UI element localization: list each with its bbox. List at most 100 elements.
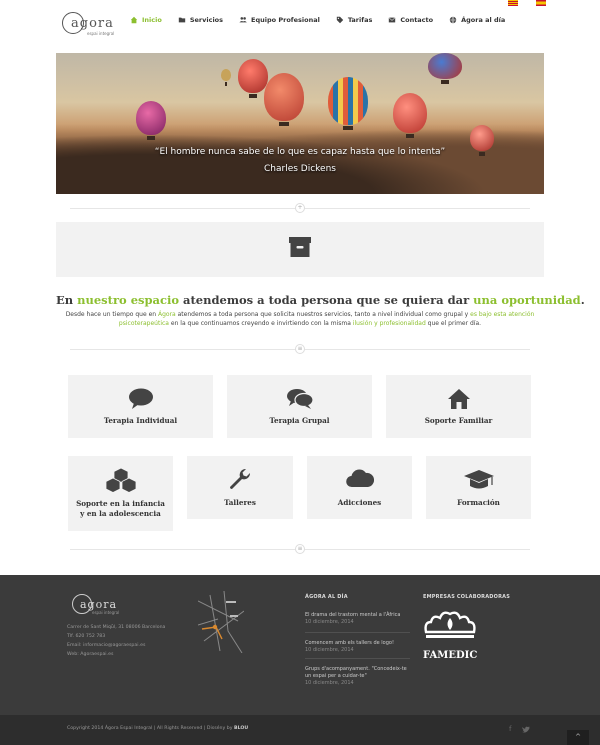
designer-link[interactable]: BLOU [234, 726, 248, 731]
service-card-soporte-familiar[interactable]: Soporte Familiar [386, 375, 531, 438]
intro-highlight: Ágora [157, 311, 176, 318]
divider-dot: ≡ [295, 344, 305, 354]
house-icon [447, 389, 470, 409]
news-heading: ÁGORA AL DÍA [305, 594, 348, 600]
balloon [428, 53, 462, 84]
footer-web[interactable]: Web: Agoraespai.es [67, 652, 113, 657]
service-label: Formación [457, 498, 500, 507]
nav-label: Equipo Profesional [251, 16, 320, 24]
site-logo[interactable]: agora espai integral [62, 12, 116, 38]
location-map[interactable] [198, 591, 244, 653]
news-title: Comencem amb els tallers de logo! [305, 640, 394, 646]
news-title: El drama del trastorn mental a l'Àfrica [305, 612, 401, 618]
envelope-icon [388, 17, 396, 23]
headline-highlight: nuestro espacio [77, 293, 180, 307]
nav-item-agora-al-dia[interactable]: Ágora al día [449, 14, 505, 26]
news-divider [305, 632, 410, 633]
archive-icon [289, 237, 311, 257]
logo-tagline: espai integral [92, 610, 120, 615]
chat-bubbles-icon [286, 389, 314, 409]
hero-slider[interactable]: “El hombre nunca sabe de lo que es capaz… [56, 53, 544, 194]
divider-dot: ≡ [295, 544, 305, 554]
nav-item-inicio[interactable]: Inicio [130, 14, 162, 26]
intro-text: Desde hace un tiempo que en [65, 311, 158, 318]
wrench-icon [230, 468, 251, 489]
tag-icon [336, 16, 344, 24]
service-label: Talleres [224, 498, 256, 507]
intro-text: atendemos a toda persona que solicita nu… [175, 311, 471, 318]
logo-tagline: espai integral [87, 31, 115, 36]
hero-quote: “El hombre nunca sabe de lo que es capaz… [154, 147, 446, 157]
footer-phone: Tlf. 620 752 783 [67, 634, 106, 639]
intro-highlight: ilusión y profesionalidad [352, 320, 426, 327]
balloon [328, 77, 368, 130]
balloon [264, 73, 304, 126]
service-card-adicciones[interactable]: Adicciones [307, 456, 412, 519]
nav-label: Contacto [400, 16, 434, 24]
nav-item-contacto[interactable]: Contacto [388, 14, 433, 26]
balloon [136, 101, 166, 140]
copyright-main: Copyright 2014 Ágora Espai Integral | Al… [67, 726, 235, 731]
headline-text: . [580, 293, 585, 307]
intro-text: en la que continuamos creyendo e invirti… [168, 320, 353, 327]
footer-logo[interactable]: agora espai integral [72, 594, 132, 616]
service-card-talleres[interactable]: Talleres [187, 456, 293, 519]
news-date: 10 diciembre, 2014 [305, 619, 354, 625]
news-item[interactable]: Comencem amb els tallers de logo! 10 dici… [305, 640, 410, 654]
news-item[interactable]: Grups d'acompanyament. "Concedeix-te un … [305, 666, 410, 687]
home-icon [130, 16, 138, 24]
back-to-top-button[interactable]: ^ [567, 730, 589, 745]
news-date: 10 diciembre, 2014 [305, 680, 354, 686]
service-card-terapia-individual[interactable]: Terapia Individual [68, 375, 213, 438]
service-label: Terapia Individual [103, 416, 178, 425]
partners-heading: EMPRESAS COLABORADORAS [423, 594, 511, 600]
nav-label: Ágora al día [461, 16, 506, 24]
news-divider [305, 658, 410, 659]
site-header: agora espai integral Inicio Servicios Eq… [0, 0, 600, 40]
famedic-emblem-icon [424, 611, 476, 638]
catalan-flag-icon[interactable] [508, 0, 518, 6]
footer-email[interactable]: Email: informacio@agoraespai.es [67, 643, 145, 648]
spanish-flag-icon[interactable] [536, 0, 546, 6]
headline-text: atendemos a toda persona que se quiera d… [179, 293, 474, 307]
service-label: Adicciones [337, 498, 382, 507]
nav-item-equipo[interactable]: Equipo Profesional [239, 14, 320, 26]
balloon [393, 93, 427, 138]
balloon [221, 69, 231, 86]
users-icon [239, 17, 247, 23]
intro-paragraph: Desde hace un tiempo que en Ágora atende… [56, 310, 544, 328]
news-title: Grups d'acompanyament. "Concedeix-te un … [305, 666, 407, 679]
graduation-cap-icon [463, 470, 494, 489]
logo-word: agora [71, 16, 114, 31]
news-date: 10 diciembre, 2014 [305, 647, 354, 653]
footer-address: Carrer de Sant Miqǘl, 31 08006 Barcelona [67, 625, 166, 630]
balloon [238, 59, 268, 98]
main-headline: En nuestro espacio atendemos a toda pers… [56, 293, 585, 307]
service-card-formacion[interactable]: Formación [426, 456, 531, 519]
cloud-icon [345, 469, 374, 488]
headline-text: En [56, 293, 78, 307]
service-label: Soporte Familiar [424, 416, 493, 425]
globe-icon [449, 16, 457, 24]
news-item[interactable]: El drama del trastorn mental a l'Àfrica 1… [305, 612, 410, 626]
nav-item-tarifas[interactable]: Tarifas [336, 14, 372, 26]
service-label: Terapia Grupal [269, 416, 330, 425]
nav-label: Inicio [142, 16, 162, 24]
service-card-terapia-grupal[interactable]: Terapia Grupal [227, 375, 372, 438]
copyright-text: Copyright 2014 Ágora Espai Integral | Al… [67, 726, 248, 731]
speech-bubble-icon [128, 388, 153, 409]
service-label: Soporte en la infancia y en la adolescen… [76, 499, 165, 518]
headline-highlight: una oportunidad [473, 293, 581, 307]
partner-name: FAMEDIC [423, 650, 478, 661]
facebook-icon[interactable]: f [509, 725, 511, 733]
blocks-icon [105, 467, 136, 493]
hero-quote-author: Charles Dickens [264, 164, 336, 174]
intro-text: que el primer día. [425, 320, 482, 327]
service-card-soporte-infancia[interactable]: Soporte en la infancia y en la adolescen… [68, 456, 173, 531]
folder-icon [178, 17, 186, 23]
main-nav: Inicio Servicios Equipo Profesional Tari… [130, 14, 521, 26]
divider-dot: + [295, 203, 305, 213]
twitter-icon[interactable] [522, 726, 530, 733]
famedic-logo[interactable]: FAMEDIC [423, 610, 478, 661]
nav-item-servicios[interactable]: Servicios [178, 14, 223, 26]
